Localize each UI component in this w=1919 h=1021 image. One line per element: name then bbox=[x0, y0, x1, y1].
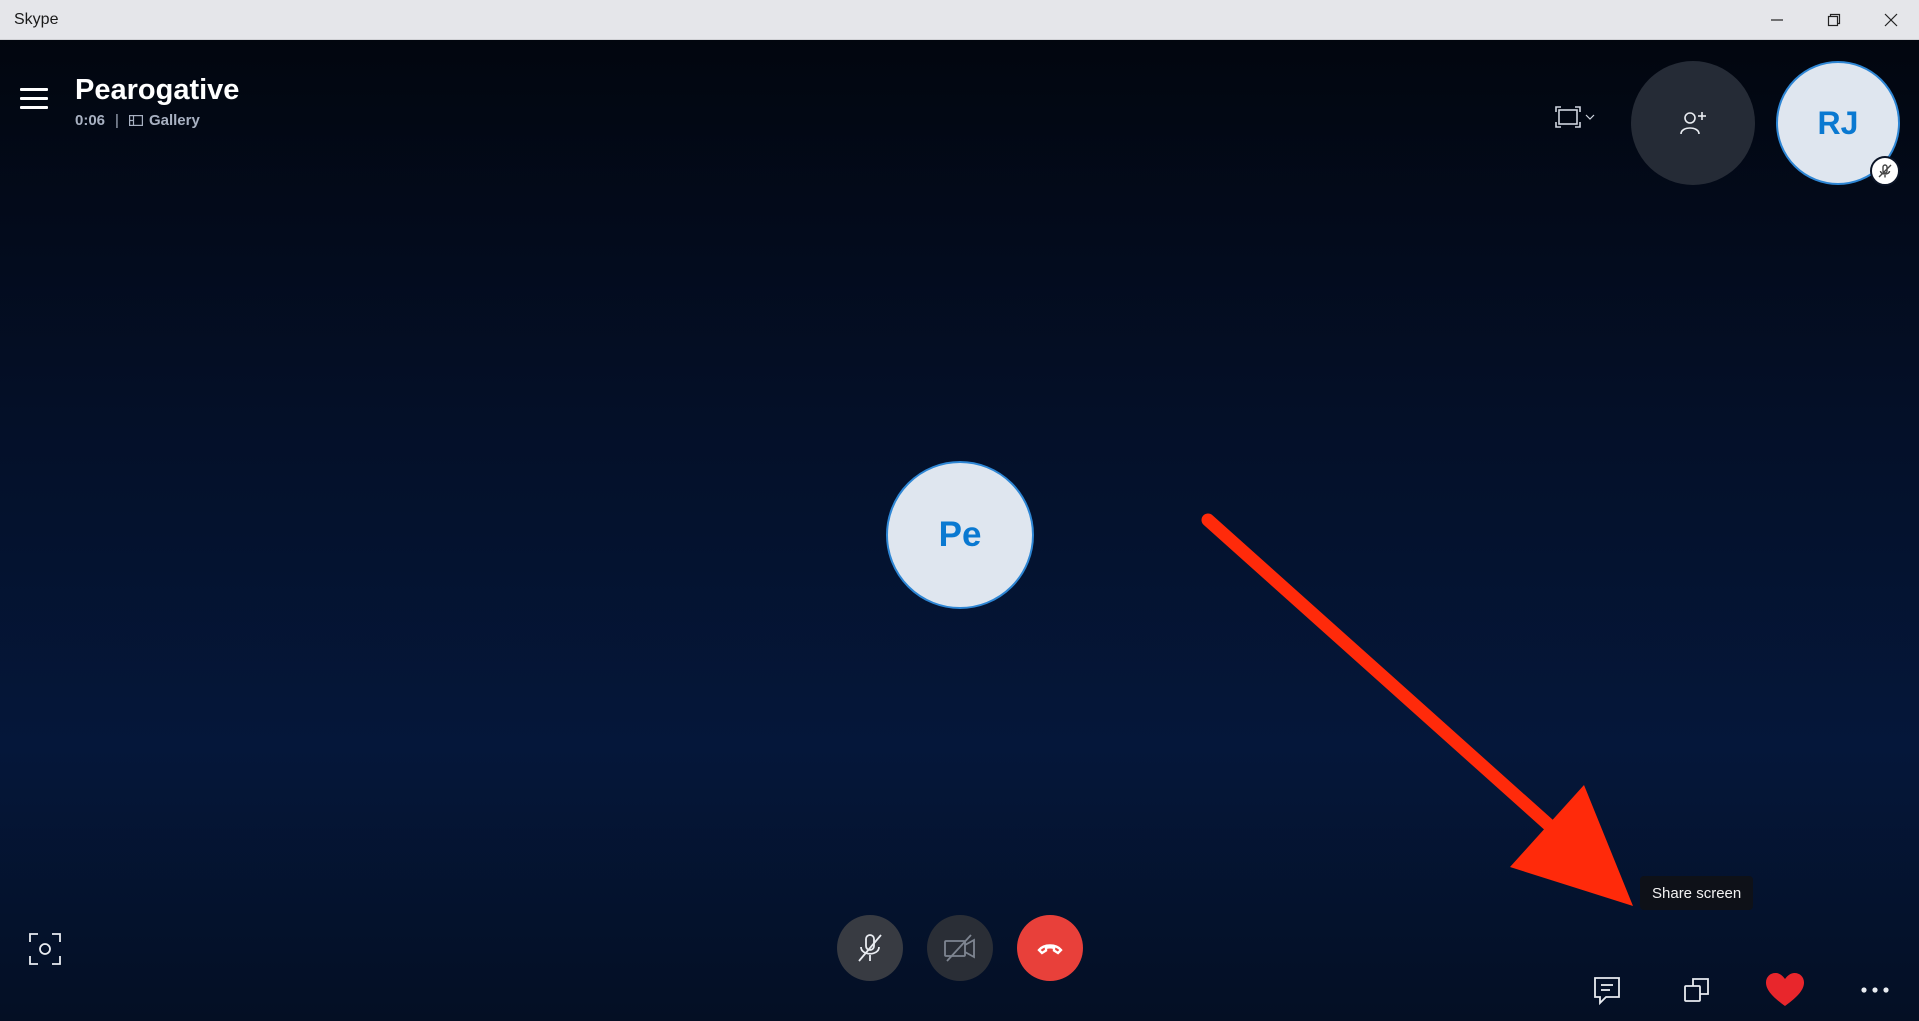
restore-icon bbox=[1827, 13, 1841, 27]
share-screen-tooltip: Share screen bbox=[1640, 876, 1754, 910]
mute-button[interactable] bbox=[837, 915, 903, 981]
tooltip-text: Share screen bbox=[1652, 884, 1742, 902]
chat-button[interactable] bbox=[1587, 970, 1627, 1010]
share-screen-button[interactable] bbox=[1677, 970, 1717, 1010]
annotation-arrow bbox=[1201, 513, 1633, 906]
more-icon bbox=[1861, 987, 1889, 993]
snapshot-button[interactable] bbox=[28, 932, 62, 966]
call-stage: Pearogative 0:06 | Gallery RJ Pe Share s… bbox=[0, 40, 1919, 1021]
close-icon bbox=[1884, 13, 1898, 27]
more-options-button[interactable] bbox=[1855, 970, 1895, 1010]
minimize-button[interactable] bbox=[1748, 0, 1806, 40]
heart-icon bbox=[1766, 973, 1804, 1006]
mic-off-icon bbox=[858, 934, 882, 962]
window-title: Skype bbox=[14, 11, 59, 28]
window-titlebar: Skype bbox=[0, 0, 1919, 40]
restore-button[interactable] bbox=[1805, 0, 1863, 40]
camera-snapshot-icon bbox=[29, 933, 61, 965]
share-screen-icon bbox=[1684, 978, 1709, 1002]
video-off-icon bbox=[944, 934, 975, 962]
close-button[interactable] bbox=[1862, 0, 1919, 40]
minimize-icon bbox=[1771, 19, 1783, 21]
reactions-button[interactable] bbox=[1765, 970, 1805, 1010]
end-call-button[interactable] bbox=[1017, 915, 1083, 981]
hang-up-icon bbox=[1037, 944, 1063, 955]
video-toggle-button[interactable] bbox=[927, 915, 993, 981]
chat-icon bbox=[1594, 977, 1620, 1005]
